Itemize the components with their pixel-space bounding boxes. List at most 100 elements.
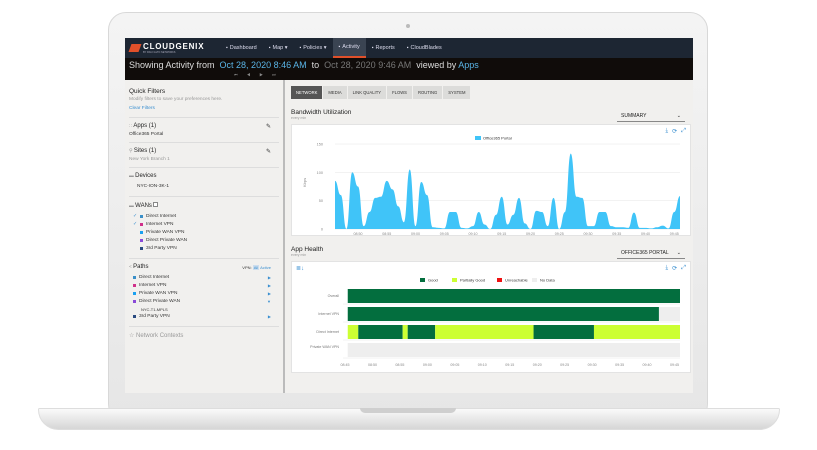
x-tick-label: 09:20 (526, 232, 535, 235)
filters-title: Quick Filters (129, 88, 166, 95)
path-item[interactable]: Direct Private WAN ▼ (129, 298, 279, 306)
status-segment[interactable] (407, 325, 436, 339)
summary-dropdown[interactable]: SUMMARY ⌄ (617, 111, 685, 122)
wan-item[interactable]: ✓ Internet VPN (129, 220, 279, 228)
y-tick-label: 0 (321, 228, 323, 232)
brand-sub: BY PALO ALTO NETWORKS (143, 51, 176, 54)
tab-link-quality[interactable]: LINK QUALITY (347, 86, 387, 99)
cloudblades-icon: ▪ (406, 45, 409, 51)
path-color-swatch (133, 300, 136, 304)
wans-select-all-checkbox[interactable] (153, 202, 159, 207)
nav-map[interactable]: ▪ Map ▾ (263, 38, 294, 58)
legend-swatch[interactable] (452, 278, 457, 282)
status-segment[interactable] (358, 325, 403, 339)
status-segment[interactable] (347, 289, 680, 303)
status-segment[interactable] (347, 325, 359, 339)
wan-color-swatch (140, 239, 143, 243)
path-label: 3rd Party VPN (139, 314, 170, 320)
status-segment[interactable] (347, 343, 680, 357)
path-item[interactable]: Internet VPN ▶ (129, 281, 279, 289)
expand-chevron-icon[interactable]: ▶ (268, 291, 271, 296)
expand-chevron-icon[interactable]: ▶ (268, 283, 271, 288)
edit-apps-icon[interactable]: ✎ (266, 123, 271, 130)
expand-chevron-icon[interactable]: ▼ (267, 299, 271, 304)
y-tick-label: 100 (317, 171, 323, 175)
network-contexts[interactable]: ☆ Network Contexts (129, 325, 279, 344)
path-item[interactable]: Private WAN VPN ▶ (129, 289, 279, 297)
x-tick-label: 09:25 (560, 363, 569, 367)
time-nav-arrows[interactable]: ⏮ ◀ ▶ ⏭ (234, 72, 280, 77)
wan-item[interactable]: ✓ Direct Internet (129, 212, 279, 220)
wan-item[interactable]: Direct Private WAN (129, 237, 279, 245)
legend-label: Unreachable (505, 278, 528, 283)
tab-flows[interactable]: FLOWS (387, 86, 412, 99)
nav-binoculars[interactable]: ▪ Activity (332, 38, 366, 58)
range-prefix: Showing Activity from (129, 60, 215, 70)
status-segment[interactable] (593, 325, 680, 339)
clear-filters-link[interactable]: Clear Filters (129, 106, 279, 111)
status-segment[interactable] (435, 325, 534, 339)
app-dropdown-value: OFFICE365 PORTAL (621, 250, 669, 256)
wans-title: WANs (135, 203, 152, 209)
y-tick-label: 150 (317, 143, 323, 147)
download-icon[interactable]: ⤓ (666, 128, 669, 135)
range-to[interactable]: Oct 28, 2020 9:46 AM (324, 60, 411, 70)
path-item[interactable]: Direct Internet ▶ (129, 273, 279, 281)
x-tick-label: 09:30 (588, 363, 597, 367)
filters-hint: Modify filters to save your preferences … (129, 97, 223, 102)
expand-chevron-icon[interactable]: ▶ (268, 314, 271, 319)
sites-value: New York Branch 1 (129, 157, 170, 162)
legend-label: Good (428, 278, 438, 283)
vpn-active-toggle[interactable]: Active (260, 265, 271, 270)
x-tick-label: 08:55 (395, 363, 404, 367)
nav-dashboard[interactable]: ▪ Dashboard (220, 38, 263, 58)
vpn-all-toggle[interactable]: All (252, 264, 260, 270)
refresh-icon[interactable]: ⟳ (672, 128, 677, 135)
edit-sites-icon[interactable]: ✎ (266, 148, 271, 155)
status-segment[interactable] (402, 325, 408, 339)
legend-swatch[interactable] (497, 278, 502, 282)
nav-label: Activity (342, 44, 360, 50)
expand-icon[interactable]: ⤢ (681, 265, 686, 272)
legend-swatch[interactable] (420, 278, 425, 282)
nav-label: CloudBlades (410, 45, 442, 51)
tab-system[interactable]: SYSTEM (443, 86, 471, 99)
x-tick-label: 09:30 (584, 232, 593, 235)
wan-label: 3rd Party VPN (146, 246, 177, 252)
x-tick-label: 09:15 (497, 232, 506, 235)
brand-logo[interactable]: CLOUDGENIX BY PALO ALTO NETWORKS (125, 42, 220, 54)
tab-routing[interactable]: ROUTING (412, 86, 443, 99)
legend-swatch[interactable] (532, 278, 537, 282)
view-selector[interactable]: Apps (458, 60, 479, 70)
wan-label: Direct Internet (146, 213, 177, 219)
apps-filter: ∷ Apps (1) ✎ Office365 Portal (129, 117, 279, 142)
tab-network[interactable]: NETWORK (291, 86, 323, 99)
x-tick-label: 09:10 (478, 363, 487, 367)
status-segment[interactable] (347, 307, 659, 321)
refresh-icon[interactable]: ⟳ (672, 265, 677, 272)
list-filter-icon[interactable]: ≣↓ (296, 265, 304, 272)
wan-item[interactable]: 3rd Party VPN (129, 245, 279, 253)
wan-color-swatch (140, 222, 143, 226)
status-segment[interactable] (533, 325, 594, 339)
wan-item[interactable]: Private WAN VPN (129, 228, 279, 236)
range-from[interactable]: Oct 28, 2020 8:46 AM (220, 60, 307, 70)
nav-shield[interactable]: ▪ Policies ▾ (293, 38, 332, 58)
x-tick-label: 08:50 (354, 232, 363, 235)
sites-filter: ⚲ Sites (1) ✎ New York Branch 1 (129, 142, 279, 167)
summary-dropdown-value: SUMMARY (621, 113, 647, 119)
download-icon[interactable]: ⤓ (666, 265, 669, 272)
nav-cloudblades[interactable]: ▪ CloudBlades (401, 38, 448, 58)
nav-report[interactable]: ▪ Reports (366, 38, 401, 58)
legend-swatch[interactable] (475, 136, 481, 140)
path-item[interactable]: 3rd Party VPN ▶ (129, 313, 279, 321)
row-label: Internet VPN (318, 312, 339, 316)
expand-icon[interactable]: ⤢ (681, 128, 686, 135)
expand-chevron-icon[interactable]: ▶ (268, 275, 271, 280)
app-dropdown[interactable]: OFFICE365 PORTAL ⌄ (617, 248, 685, 259)
devices-value[interactable]: NYC-ION-3K-1 (137, 184, 279, 189)
tab-media[interactable]: MEDIA (323, 86, 347, 99)
status-segment[interactable] (658, 307, 680, 321)
y-tick-label: 50 (319, 199, 323, 203)
location-pin-icon: ⚲ (129, 149, 133, 154)
